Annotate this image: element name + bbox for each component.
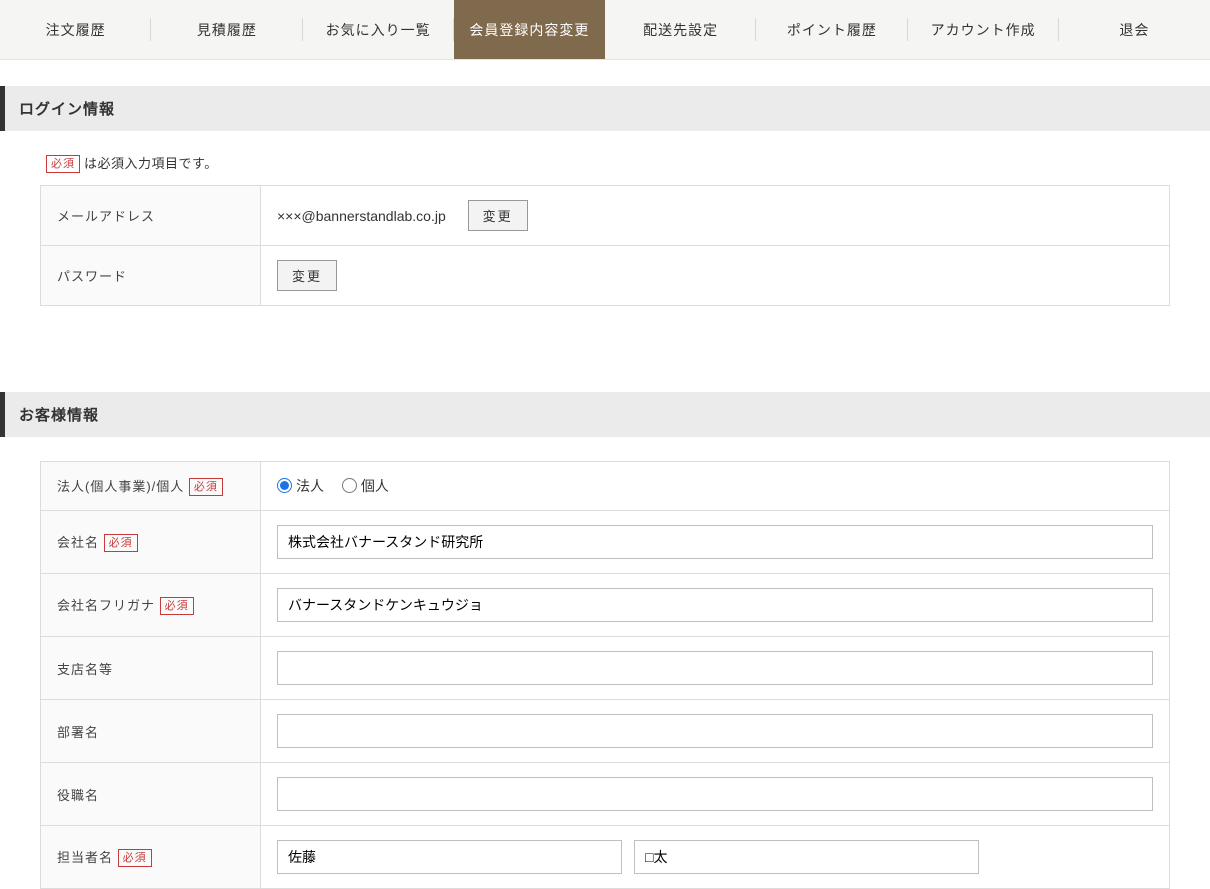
row-branch: 支店名等 [41, 637, 1170, 700]
label-company-text: 会社名 [57, 535, 99, 550]
branch-input[interactable] [277, 651, 1153, 685]
row-position: 役職名 [41, 763, 1170, 826]
tab-points[interactable]: ポイント履歴 [756, 0, 907, 59]
label-position: 役職名 [41, 763, 261, 826]
required-badge: 必須 [104, 534, 138, 552]
position-input[interactable] [277, 777, 1153, 811]
row-department: 部署名 [41, 700, 1170, 763]
label-entity-text: 法人(個人事業)/個人 [57, 479, 184, 494]
tab-member-edit[interactable]: 会員登録内容変更 [454, 0, 605, 59]
company-kana-input[interactable] [277, 588, 1153, 622]
label-password: パスワード [41, 246, 261, 306]
row-company-kana: 会社名フリガナ 必須 [41, 574, 1170, 637]
radio-corporate-label[interactable]: 法人 [277, 478, 328, 494]
row-company: 会社名 必須 [41, 511, 1170, 574]
company-input[interactable] [277, 525, 1153, 559]
cell-company-kana [261, 574, 1170, 637]
radio-individual-text: 個人 [361, 478, 389, 494]
required-note: 必須は必須入力項目です。 [46, 153, 1170, 173]
label-department: 部署名 [41, 700, 261, 763]
cell-branch [261, 637, 1170, 700]
tab-shipping[interactable]: 配送先設定 [605, 0, 756, 59]
row-password: パスワード 変更 [41, 246, 1170, 306]
cell-contact [261, 826, 1170, 889]
cell-position [261, 763, 1170, 826]
label-contact: 担当者名 必須 [41, 826, 261, 889]
radio-individual[interactable] [342, 478, 357, 493]
required-badge: 必須 [189, 478, 223, 496]
required-badge: 必須 [118, 849, 152, 867]
change-password-button[interactable]: 変更 [277, 260, 337, 291]
cell-entity: 法人 個人 [261, 462, 1170, 511]
tab-order-history[interactable]: 注文履歴 [0, 0, 151, 59]
radio-corporate-text: 法人 [296, 478, 324, 494]
row-contact: 担当者名 必須 [41, 826, 1170, 889]
cell-department [261, 700, 1170, 763]
department-input[interactable] [277, 714, 1153, 748]
label-company-kana: 会社名フリガナ 必須 [41, 574, 261, 637]
login-table: メールアドレス ×××@bannerstandlab.co.jp 変更 パスワー… [40, 185, 1170, 306]
required-badge: 必須 [46, 155, 80, 173]
cell-company [261, 511, 1170, 574]
label-branch: 支店名等 [41, 637, 261, 700]
tab-create-account[interactable]: アカウント作成 [908, 0, 1059, 59]
label-contact-text: 担当者名 [57, 850, 113, 865]
required-badge: 必須 [160, 597, 194, 615]
label-company-kana-text: 会社名フリガナ [57, 598, 155, 613]
tab-quote-history[interactable]: 見積履歴 [151, 0, 302, 59]
section-customer-header: お客様情報 [0, 392, 1210, 437]
customer-table: 法人(個人事業)/個人 必須 法人 個人 会社名 必須 [40, 461, 1170, 889]
required-note-text: は必須入力項目です。 [84, 156, 218, 171]
radio-corporate[interactable] [277, 478, 292, 493]
change-email-button[interactable]: 変更 [468, 200, 528, 231]
row-entity: 法人(個人事業)/個人 必須 法人 個人 [41, 462, 1170, 511]
contact-first-input[interactable] [634, 840, 979, 874]
tab-nav: 注文履歴 見積履歴 お気に入り一覧 会員登録内容変更 配送先設定 ポイント履歴 … [0, 0, 1210, 60]
tab-withdraw[interactable]: 退会 [1059, 0, 1210, 59]
email-value: ×××@bannerstandlab.co.jp [277, 208, 446, 224]
label-email: メールアドレス [41, 186, 261, 246]
section-login-header: ログイン情報 [0, 86, 1210, 131]
label-entity: 法人(個人事業)/個人 必須 [41, 462, 261, 511]
cell-email: ×××@bannerstandlab.co.jp 変更 [261, 186, 1170, 246]
radio-individual-label[interactable]: 個人 [342, 478, 389, 494]
label-company: 会社名 必須 [41, 511, 261, 574]
tab-favorites[interactable]: お気に入り一覧 [303, 0, 454, 59]
row-email: メールアドレス ×××@bannerstandlab.co.jp 変更 [41, 186, 1170, 246]
contact-last-input[interactable] [277, 840, 622, 874]
cell-password: 変更 [261, 246, 1170, 306]
